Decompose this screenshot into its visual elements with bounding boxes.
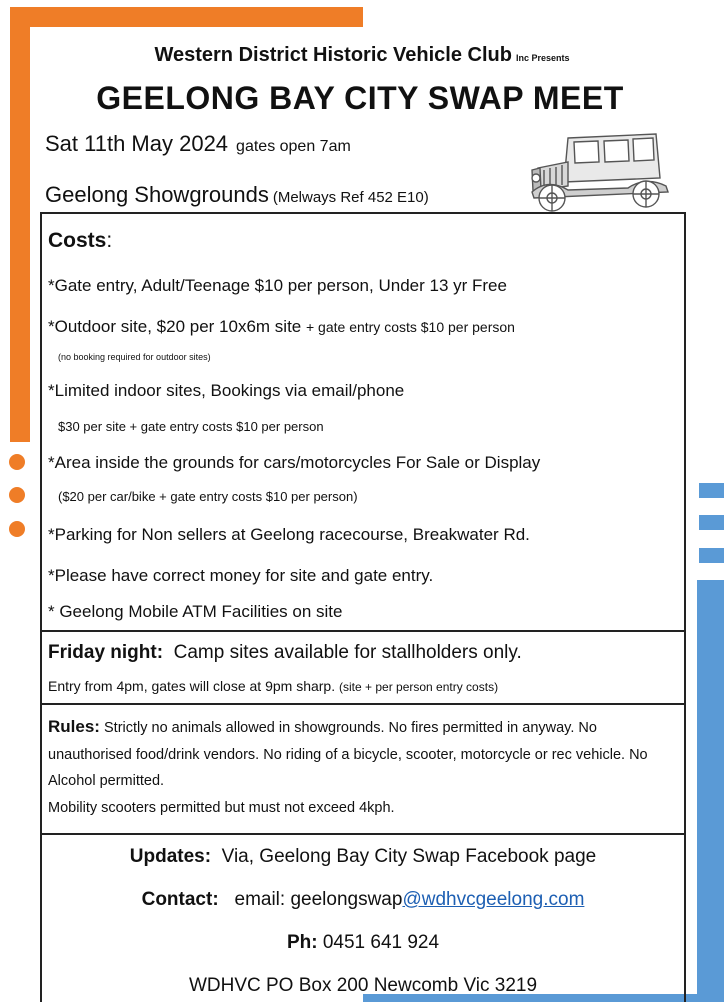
costs-heading: Costs: (48, 229, 113, 252)
cost-indoor-sites: *Limited indoor sites, Bookings via emai… (48, 381, 405, 400)
club-name: Western District Historic Vehicle Club In… (154, 44, 570, 66)
rules-text: Rules: Strictly no animals allowed in sh… (48, 717, 648, 816)
event-date: Sat 11th May 2024 gates open 7am (45, 131, 351, 156)
postal-address: WDHVC PO Box 200 Newcomb Vic 3219 (188, 975, 538, 996)
cost-display-area: *Area inside the grounds for cars/motorc… (48, 453, 541, 472)
page-title: GEELONG BAY CITY SWAP MEET (96, 80, 624, 116)
friday-night: Friday night: Camp sites available for s… (48, 642, 522, 663)
blue-tab (699, 483, 724, 498)
melways-ref: (Melways Ref 452 E10) (272, 189, 429, 206)
cost-outdoor-site: *Outdoor site, $20 per 10x6m site + gate… (48, 317, 515, 336)
orange-dot (9, 521, 25, 537)
email-link[interactable]: @wdhvcgeelong.com (402, 889, 584, 910)
phone-line: Ph: 0451 641 924 (286, 932, 440, 953)
cost-display-note: ($20 per car/bike + gate entry costs $10… (58, 489, 358, 504)
vintage-car-icon (531, 133, 669, 212)
gates-time: gates open 7am (236, 138, 351, 155)
orange-left-bar (10, 7, 30, 442)
blue-tab (699, 515, 724, 530)
orange-top-bar (10, 7, 363, 27)
cost-atm: * Geelong Mobile ATM Facilities on site (48, 602, 343, 621)
event-venue: Geelong Showgrounds (Melways Ref 452 E10) (45, 182, 429, 207)
updates-line: Updates: Via, Geelong Bay City Swap Face… (129, 846, 597, 867)
blue-tab (699, 548, 724, 563)
cost-correct-money: *Please have correct money for site and … (48, 566, 434, 585)
rules-mobility: Mobility scooters permitted but must not… (48, 799, 395, 816)
contact-line: Contact: email: geelongswap@wdhvcgeelong… (141, 889, 585, 910)
cost-indoor-note: $30 per site + gate entry costs $10 per … (58, 419, 324, 434)
cost-parking: *Parking for Non sellers at Geelong race… (48, 525, 530, 544)
cost-outdoor-note: (no booking required for outdoor sites) (58, 352, 211, 362)
blue-right-bar (697, 580, 724, 1002)
orange-dot (9, 487, 25, 503)
cost-gate-entry: *Gate entry, Adult/Teenage $10 per perso… (48, 276, 507, 295)
friday-entry: Entry from 4pm, gates will close at 9pm … (48, 678, 499, 694)
orange-dot (9, 454, 25, 470)
